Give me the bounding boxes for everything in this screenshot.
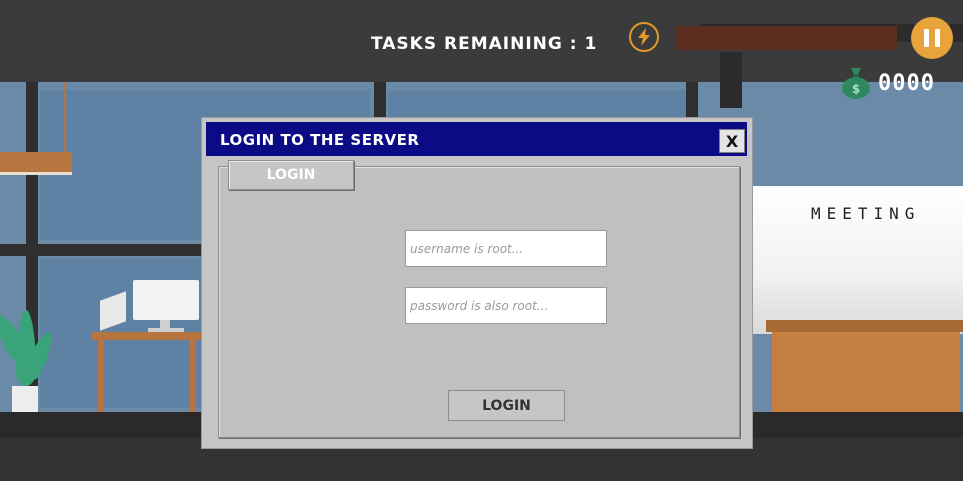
meeting-sign: MEETING xyxy=(811,204,921,223)
login-panel: LOGIN xyxy=(218,166,740,438)
desk-leg xyxy=(190,340,196,412)
lamp-cord xyxy=(64,82,66,152)
hanging-lamp xyxy=(0,152,72,175)
password-input[interactable] xyxy=(405,287,607,324)
close-button[interactable]: X xyxy=(719,129,745,153)
dialog-title-bar: LOGIN TO THE SERVER X xyxy=(206,122,747,156)
money-bag-icon: $ xyxy=(840,66,872,100)
username-input[interactable] xyxy=(405,230,607,267)
pause-icon xyxy=(935,29,940,47)
lightning-icon xyxy=(629,22,659,52)
tasks-remaining-label: TASKS REMAINING : 1 xyxy=(371,34,598,54)
pause-icon xyxy=(924,29,929,47)
desk-leg xyxy=(98,340,104,412)
pause-button[interactable] xyxy=(911,17,953,59)
desk xyxy=(92,332,202,340)
ceiling-pillar xyxy=(720,52,742,108)
energy-bar xyxy=(675,26,897,50)
login-button[interactable]: LOGIN xyxy=(448,390,565,421)
svg-text:$: $ xyxy=(852,82,860,96)
tab-login[interactable]: LOGIN xyxy=(228,160,354,190)
lightning-icon-glyph xyxy=(638,28,650,46)
money-counter: 0000 xyxy=(878,71,935,96)
login-dialog: LOGIN TO THE SERVER X LOGIN LOGIN xyxy=(201,117,753,449)
desktop-monitor xyxy=(133,280,199,320)
meeting-table-top xyxy=(766,320,963,332)
plant-pot xyxy=(12,386,38,412)
dialog-title: LOGIN TO THE SERVER xyxy=(220,131,420,149)
meeting-table xyxy=(772,332,960,412)
